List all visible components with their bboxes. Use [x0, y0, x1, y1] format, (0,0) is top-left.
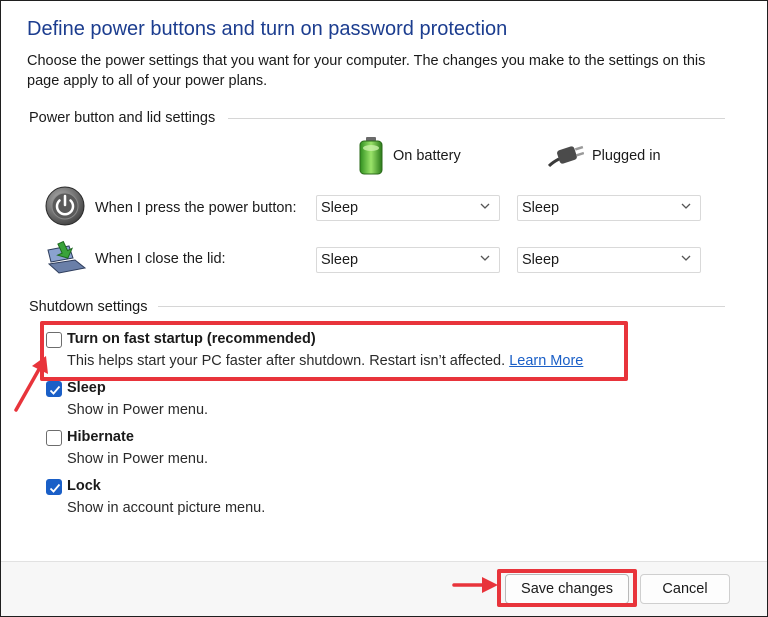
power-button-icon — [45, 186, 85, 226]
lid-plugged-select[interactable]: Sleep — [517, 247, 701, 273]
power-section-heading: Power button and lid settings — [29, 110, 216, 126]
power-button-row-label: When I press the power button: — [95, 200, 297, 216]
power-section-divider — [228, 118, 725, 119]
column-on-battery-label: On battery — [393, 148, 461, 164]
lid-battery-select[interactable]: Sleep — [316, 247, 500, 273]
shutdown-section-divider — [158, 306, 725, 307]
column-plugged-in: Plugged in — [548, 144, 661, 168]
power-button-battery-select[interactable]: Sleep — [316, 195, 500, 221]
lid-battery-value: Sleep — [321, 252, 359, 268]
power-button-plugged-select[interactable]: Sleep — [517, 195, 701, 221]
chevron-down-icon — [681, 255, 691, 261]
annotation-arrow-icon — [452, 577, 498, 593]
lock-description: Show in account picture menu. — [67, 500, 266, 516]
fast-startup-highlight-box — [40, 321, 628, 381]
power-button-row-icon — [45, 186, 85, 231]
page-title: Define power buttons and turn on passwor… — [27, 18, 508, 40]
chevron-down-icon — [480, 203, 490, 209]
sleep-description: Show in Power menu. — [67, 402, 209, 418]
sleep-title: Sleep — [67, 380, 106, 396]
power-button-plugged-value: Sleep — [522, 200, 560, 216]
lock-checkbox[interactable] — [46, 479, 62, 495]
lid-row-label: When I close the lid: — [95, 251, 226, 267]
lock-title: Lock — [67, 478, 101, 494]
annotation-arrow-icon — [14, 356, 48, 412]
column-plugged-in-label: Plugged in — [592, 148, 661, 164]
checkmark-icon — [49, 483, 61, 493]
laptop-lid-icon — [47, 240, 87, 274]
hibernate-title: Hibernate — [67, 429, 134, 445]
page-description: Choose the power settings that you want … — [27, 53, 706, 89]
column-on-battery: On battery — [357, 136, 461, 176]
cancel-button[interactable]: Cancel — [640, 574, 730, 604]
battery-icon — [359, 137, 383, 175]
shutdown-section-heading: Shutdown settings — [29, 299, 148, 315]
chevron-down-icon — [480, 255, 490, 261]
lid-row-icon — [45, 240, 89, 281]
power-plug-icon — [548, 145, 584, 168]
hibernate-description: Show in Power menu. — [67, 451, 209, 467]
save-changes-highlight-box — [497, 569, 637, 607]
lid-plugged-value: Sleep — [522, 252, 560, 268]
hibernate-checkbox[interactable] — [46, 430, 62, 446]
chevron-down-icon — [681, 203, 691, 209]
power-button-battery-value: Sleep — [321, 200, 359, 216]
